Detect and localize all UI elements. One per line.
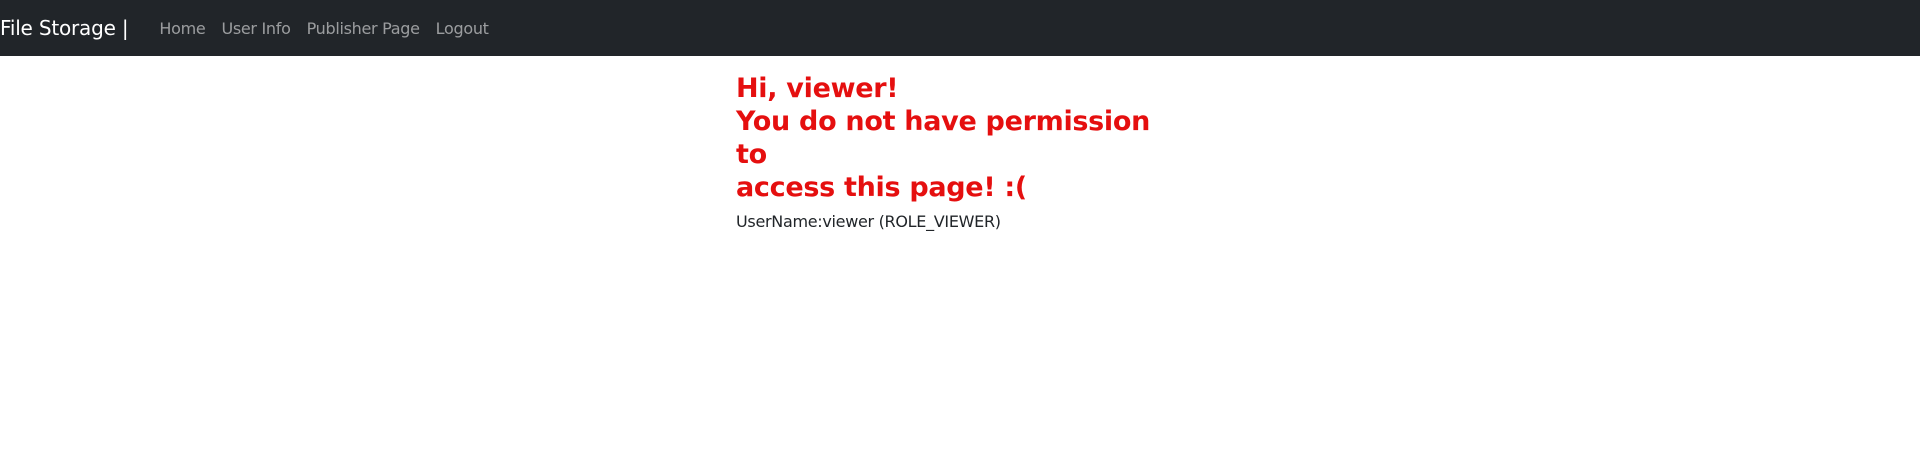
nav-logout-link[interactable]: Logout [428,19,497,38]
permission-message-line1: You do not have permission to [736,106,1151,170]
greeting-text: Hi, viewer! [736,73,899,104]
nav-publisher-page-link[interactable]: Publisher Page [299,19,428,38]
user-info-text: UserName:viewer (ROLE_VIEWER) [736,212,1001,231]
permission-message-line2: access this page! :( [736,172,1027,203]
nav-user-info-link[interactable]: User Info [213,19,298,38]
top-navbar: File Storage | Home User Info Publisher … [0,0,1920,56]
main-content: Hi, viewer! You do not have permission t… [736,72,1176,232]
nav-home-link[interactable]: Home [151,19,213,38]
brand-link[interactable]: File Storage | [0,18,129,38]
nav-links: Home User Info Publisher Page Logout [151,19,496,38]
permission-denied-heading: Hi, viewer! You do not have permission t… [736,72,1176,204]
